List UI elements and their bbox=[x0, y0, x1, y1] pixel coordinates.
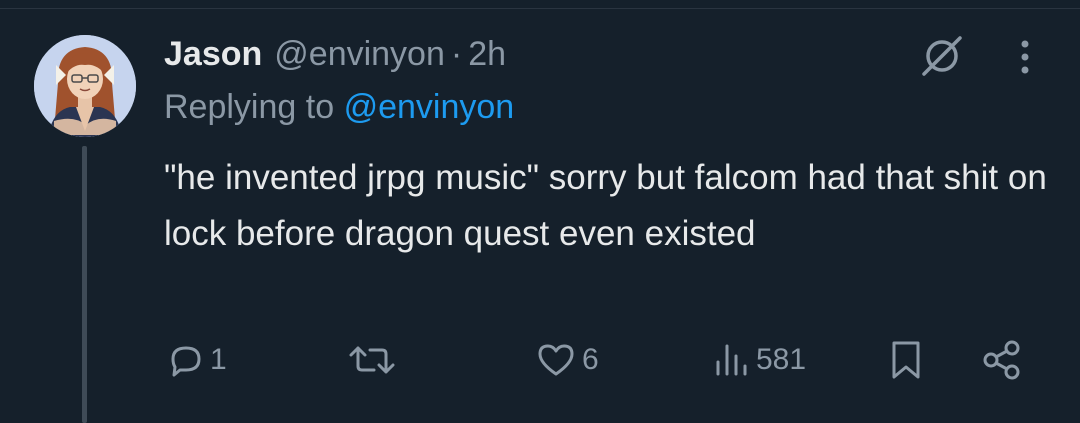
more-vertical-icon[interactable] bbox=[1000, 32, 1050, 82]
replying-to: Replying to @envinyon bbox=[164, 88, 514, 127]
tweet-header: Jason @envinyon · 2h bbox=[164, 30, 506, 78]
bookmark-icon bbox=[892, 341, 920, 379]
thread-line bbox=[82, 146, 87, 423]
bookmark-button[interactable] bbox=[886, 336, 926, 384]
share-icon bbox=[983, 340, 1020, 380]
display-name[interactable]: Jason bbox=[164, 35, 262, 74]
retweet-button[interactable] bbox=[348, 336, 400, 384]
like-button[interactable]: 6 bbox=[534, 336, 599, 384]
share-button[interactable] bbox=[980, 336, 1024, 384]
views-button[interactable]: 581 bbox=[712, 336, 806, 384]
avatar[interactable] bbox=[34, 35, 136, 137]
retweet-icon bbox=[349, 346, 395, 374]
view-count: 581 bbox=[756, 343, 807, 376]
reply-count: 1 bbox=[210, 343, 227, 376]
top-divider bbox=[0, 8, 1080, 9]
tweet-text: "he invented jrpg music" sorry but falco… bbox=[164, 158, 1047, 253]
user-handle[interactable]: @envinyon bbox=[274, 35, 445, 74]
reply-icon bbox=[171, 346, 201, 377]
tweet-card[interactable]: Jason @envinyon · 2h Replying to @enviny… bbox=[0, 0, 1080, 423]
like-count: 6 bbox=[582, 343, 599, 376]
timestamp[interactable]: 2h bbox=[468, 35, 506, 74]
avatar-illustration bbox=[34, 35, 136, 137]
reply-button[interactable]: 1 bbox=[166, 336, 227, 384]
heart-icon bbox=[538, 344, 574, 376]
views-icon bbox=[716, 344, 747, 376]
separator-dot: · bbox=[450, 34, 463, 73]
reply-mention-link[interactable]: @envinyon bbox=[344, 88, 515, 126]
grok-icon[interactable] bbox=[914, 28, 970, 84]
replying-to-label: Replying to bbox=[164, 88, 335, 126]
